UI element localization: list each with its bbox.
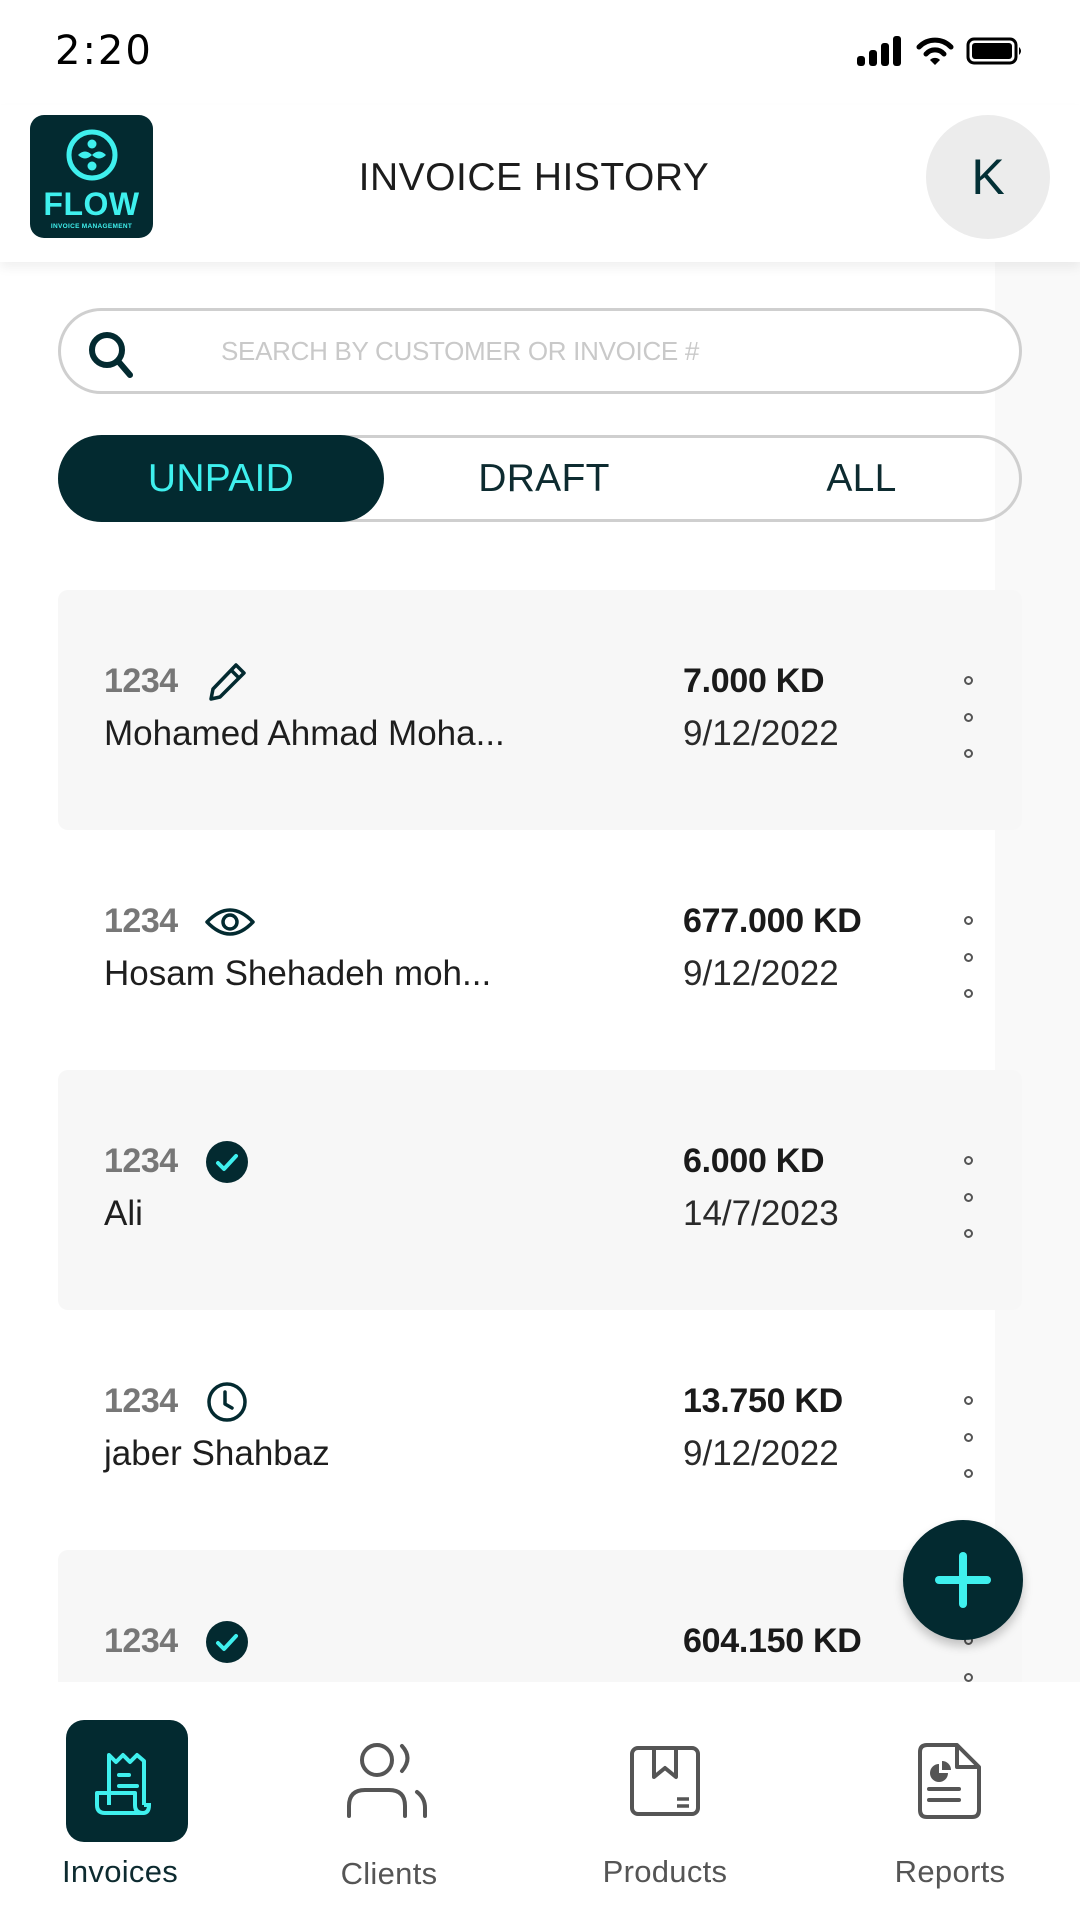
invoice-date: 9/12/2022 bbox=[683, 714, 839, 753]
nav-icon-container bbox=[66, 1720, 188, 1842]
invoice-number: 1234 bbox=[104, 1142, 178, 1180]
invoice-list: 1234 Mohamed Ahmad Moha... 7.000 KD 9/12… bbox=[58, 590, 1022, 1790]
invoice-amount: 604.150 KD bbox=[683, 1622, 862, 1660]
plus-icon bbox=[935, 1552, 991, 1608]
invoice-row[interactable]: 1234 Mohamed Ahmad Moha... 7.000 KD 9/12… bbox=[58, 590, 1022, 830]
invoice-number: 1234 bbox=[104, 662, 178, 700]
clock-icon bbox=[207, 1382, 247, 1422]
more-options-icon[interactable] bbox=[958, 1156, 978, 1238]
tab-draft[interactable]: DRAFT bbox=[384, 438, 704, 519]
nav-label: Clients bbox=[340, 1856, 438, 1891]
status-icons bbox=[856, 36, 1024, 66]
invoice-customer: jaber Shahbaz bbox=[104, 1434, 330, 1473]
nav-item-products[interactable]: Products bbox=[565, 1682, 765, 1920]
search-bar[interactable] bbox=[58, 308, 1022, 394]
nav-label: Invoices bbox=[61, 1854, 179, 1889]
invoice-number: 1234 bbox=[104, 1382, 178, 1420]
invoice-number: 1234 bbox=[104, 1622, 178, 1660]
more-options-icon[interactable] bbox=[958, 1396, 978, 1478]
battery-icon bbox=[966, 37, 1021, 65]
add-invoice-button[interactable] bbox=[903, 1520, 1023, 1640]
invoice-row[interactable]: 1234 Ali 6.000 KD 14/7/2023 bbox=[58, 1070, 1022, 1310]
pencil-icon[interactable] bbox=[205, 660, 249, 704]
more-options-icon[interactable] bbox=[958, 916, 978, 998]
logo-subtitle: INVOICE MANAGEMENT bbox=[50, 223, 133, 230]
search-icon bbox=[89, 332, 133, 378]
invoice-date: 9/12/2022 bbox=[683, 954, 839, 993]
nav-item-invoices[interactable]: Invoices bbox=[20, 1682, 220, 1920]
signal-icon bbox=[857, 36, 901, 66]
nav-item-reports[interactable]: Reports bbox=[850, 1682, 1050, 1920]
check-circle-icon bbox=[206, 1621, 248, 1663]
nav-item-clients[interactable]: Clients bbox=[289, 1682, 489, 1920]
status-bar: 2:20 bbox=[0, 0, 1080, 105]
nav-icon-container bbox=[604, 1720, 726, 1842]
invoice-number: 1234 bbox=[104, 902, 178, 940]
invoice-amount: 6.000 KD bbox=[683, 1142, 825, 1180]
users-icon bbox=[347, 1743, 427, 1818]
eye-icon[interactable] bbox=[205, 900, 255, 944]
nav-label: Products bbox=[602, 1854, 728, 1889]
invoice-customer: Hosam Shehadeh moh... bbox=[104, 954, 492, 993]
wifi-icon bbox=[916, 37, 954, 65]
invoice-amount: 677.000 KD bbox=[683, 902, 862, 940]
tab-all[interactable]: ALL bbox=[704, 438, 1019, 519]
nav-icon-container bbox=[889, 1720, 1011, 1842]
receipt-icon bbox=[95, 1753, 152, 1815]
invoice-date: 14/7/2023 bbox=[683, 1194, 839, 1233]
invoice-customer: Ali bbox=[104, 1194, 143, 1233]
check-circle-icon bbox=[206, 1141, 248, 1183]
filter-tabs: UNPAID DRAFT ALL bbox=[58, 435, 1022, 522]
box-icon bbox=[630, 1746, 700, 1816]
status-time: 2:20 bbox=[55, 28, 153, 74]
search-input[interactable] bbox=[221, 311, 981, 391]
invoice-customer: Mohamed Ahmad Moha... bbox=[104, 714, 505, 753]
invoice-row[interactable]: 1234 jaber Shahbaz 13.750 KD 9/12/2022 bbox=[58, 1310, 995, 1550]
nav-label: Reports bbox=[894, 1854, 1006, 1889]
user-avatar[interactable]: K bbox=[926, 115, 1050, 239]
invoice-amount: 13.750 KD bbox=[683, 1382, 843, 1420]
page-title: INVOICE HISTORY bbox=[358, 156, 710, 199]
invoice-row[interactable]: 1234 Hosam Shehadeh moh... 677.000 KD 9/… bbox=[58, 830, 995, 1070]
invoice-date: 9/12/2022 bbox=[683, 1434, 839, 1473]
bottom-nav: Invoices Clients Products Reports bbox=[0, 1682, 1080, 1920]
nav-icon-container bbox=[328, 1720, 450, 1842]
app-header: FLOW INVOICE MANAGEMENT INVOICE HISTORY … bbox=[0, 105, 1080, 262]
report-icon bbox=[918, 1743, 981, 1819]
more-options-icon[interactable] bbox=[958, 676, 978, 758]
tab-unpaid[interactable]: UNPAID bbox=[58, 435, 384, 522]
invoice-amount: 7.000 KD bbox=[683, 662, 825, 700]
